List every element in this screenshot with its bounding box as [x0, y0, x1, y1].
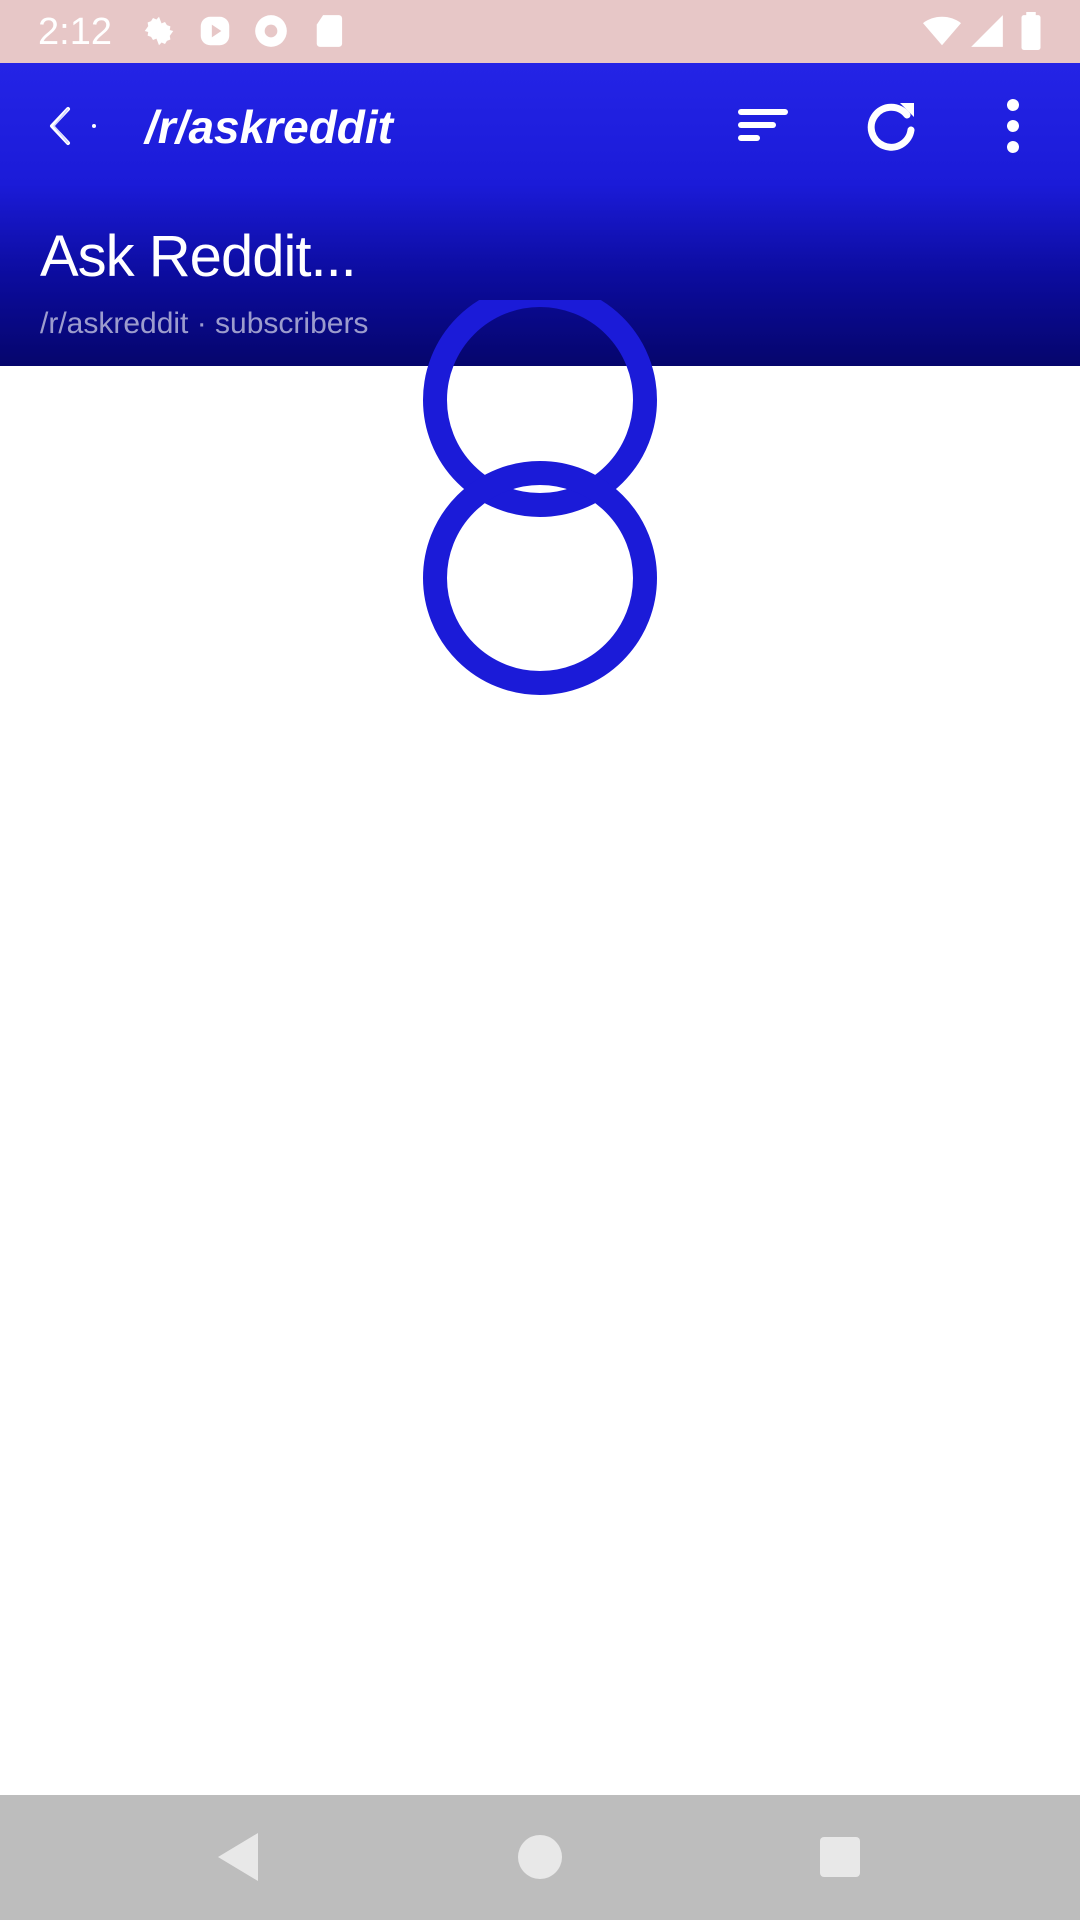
loading-indicator — [400, 283, 680, 720]
nav-back-icon — [218, 1833, 258, 1881]
nav-home-icon — [518, 1835, 562, 1879]
play-store-icon — [196, 12, 234, 50]
sd-card-icon — [312, 12, 350, 50]
toolbar: /r/askreddit — [0, 63, 1080, 189]
loading-rings-icon — [423, 283, 657, 695]
nav-recents-icon — [820, 1837, 860, 1877]
more-options-button[interactable] — [976, 89, 1050, 163]
nav-home-button[interactable] — [508, 1825, 572, 1889]
system-nav-bar — [0, 1795, 1080, 1920]
nav-back-button[interactable] — [208, 1825, 272, 1889]
subreddit-name: Ask Reddit... — [40, 224, 357, 289]
back-arrow-icon — [50, 107, 96, 145]
refresh-button[interactable] — [854, 89, 928, 163]
wifi-icon — [922, 12, 961, 50]
refresh-icon — [867, 103, 915, 151]
chrome-icon — [252, 12, 290, 50]
toolbar-title: /r/askreddit — [145, 101, 393, 153]
back-button[interactable] — [30, 89, 104, 163]
status-bar: 2:12 — [0, 0, 1080, 63]
sort-button[interactable] — [728, 89, 802, 163]
sort-icon — [738, 109, 788, 141]
more-vert-icon — [1007, 99, 1019, 153]
settings-icon — [140, 12, 178, 50]
signal-icon — [968, 12, 1006, 50]
status-time: 2:12 — [38, 11, 112, 53]
battery-icon — [1016, 12, 1054, 50]
subreddit-subtitle: /r/askreddit · subscribers — [40, 307, 369, 340]
nav-recents-button[interactable] — [808, 1825, 872, 1889]
